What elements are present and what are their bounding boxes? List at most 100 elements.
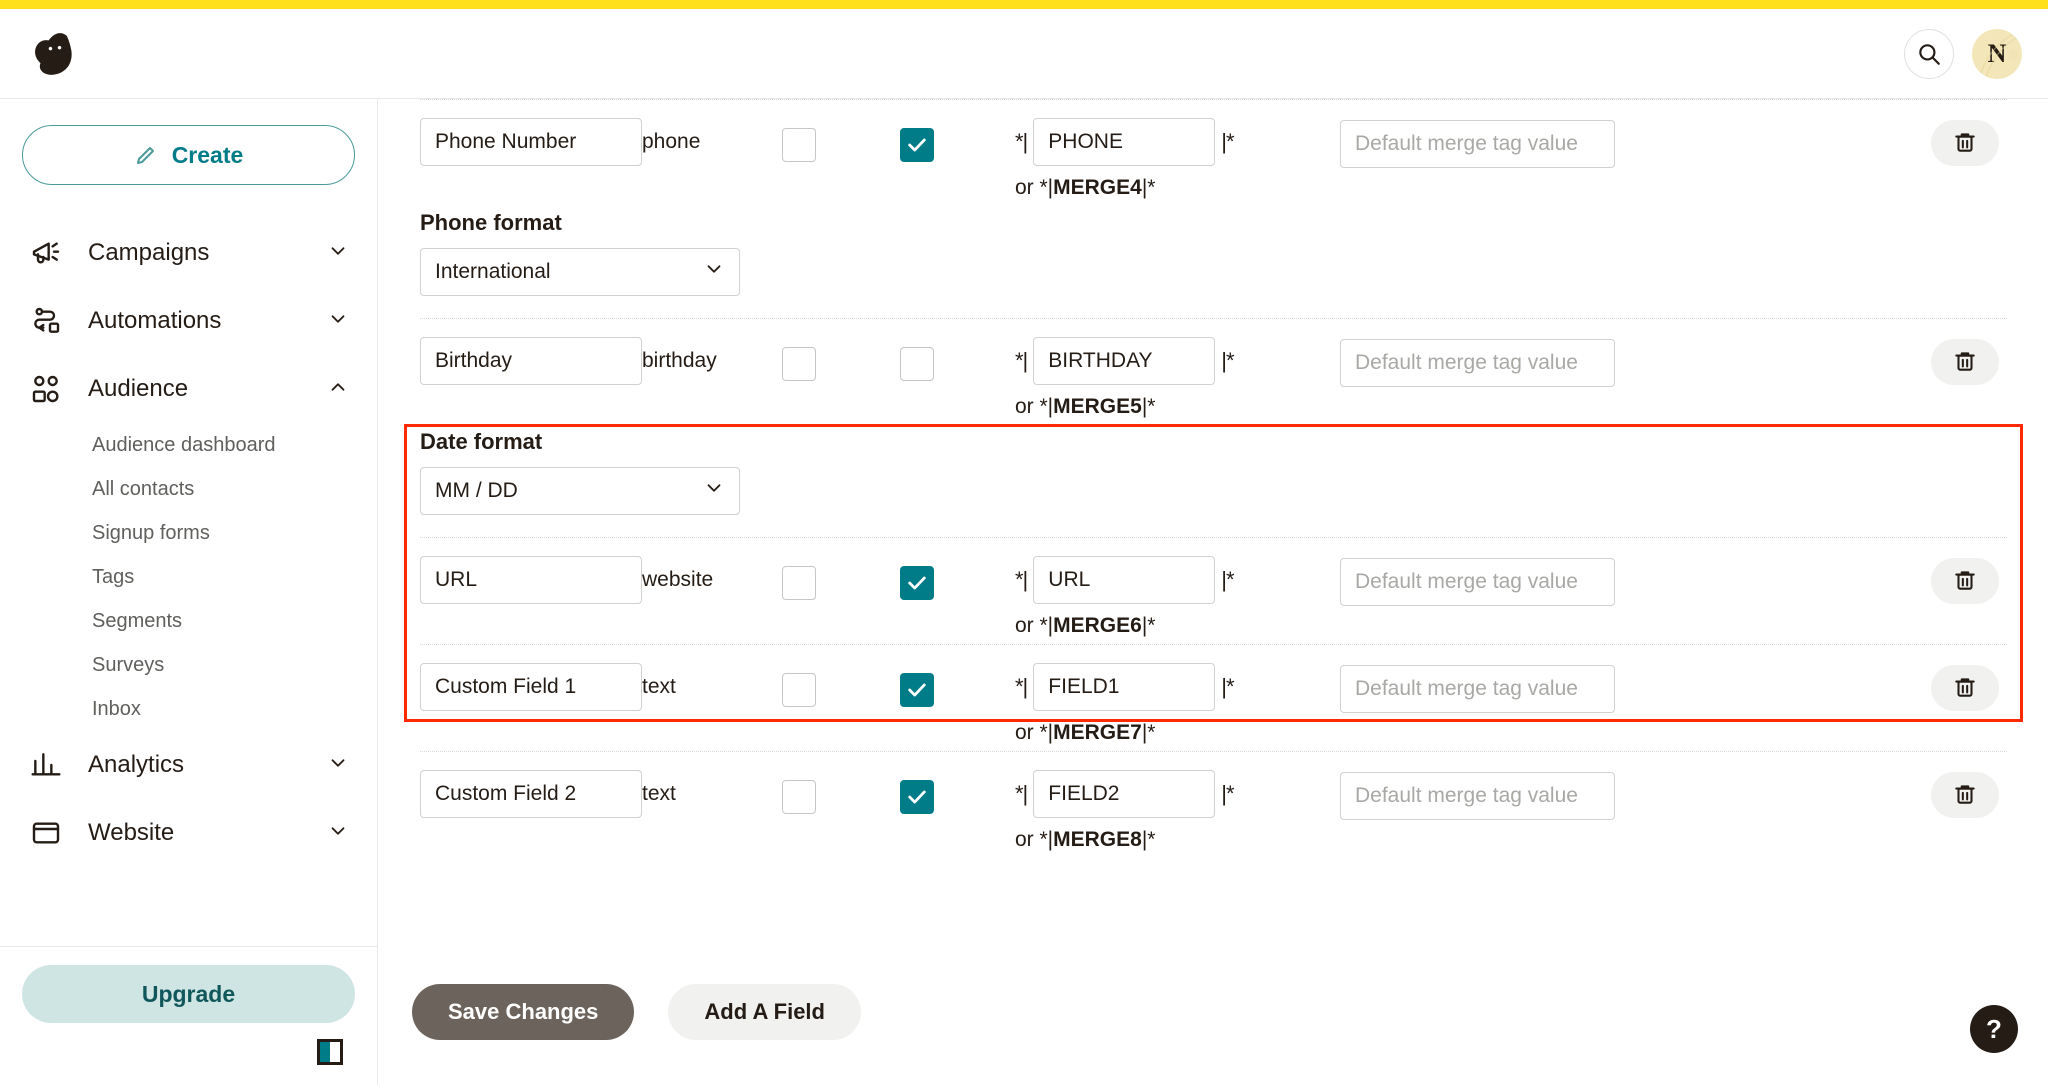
chevron-down-icon[interactable]: [327, 820, 349, 847]
field-name-input[interactable]: [420, 337, 642, 385]
merge-tag-input[interactable]: [1033, 770, 1216, 818]
sidebar-subitem-inbox[interactable]: Inbox: [0, 687, 377, 731]
sidebar-subitem-audience-dashboard[interactable]: Audience dashboard: [0, 423, 377, 467]
field-format-select[interactable]: International: [420, 248, 740, 296]
trash-icon: [1952, 348, 1978, 377]
table-row: phone *| |* or *|MERGE4|*: [412, 100, 2015, 206]
merge-tag-suffix: |*: [1221, 348, 1234, 373]
mailchimp-logo-icon[interactable]: [26, 25, 84, 83]
trash-icon: [1952, 567, 1978, 596]
save-changes-button[interactable]: Save Changes: [412, 984, 635, 1040]
merge-tag-wrap: *| |*: [1015, 337, 1315, 385]
field-type-label: text: [642, 675, 676, 698]
visible-checkbox[interactable]: [900, 347, 934, 381]
trash-icon: [1952, 129, 1978, 158]
merge-tag-prefix: *|: [1015, 781, 1028, 806]
merge-alt-prefix: or *|: [1015, 828, 1054, 851]
upgrade-button[interactable]: Upgrade: [22, 965, 355, 1023]
merge-tag-input[interactable]: [1033, 337, 1216, 385]
default-merge-tag-value-input[interactable]: [1340, 772, 1615, 820]
avatar[interactable]: N: [1972, 28, 2022, 79]
sidebar-item-automations[interactable]: Automations: [0, 287, 377, 355]
chevron-down-icon[interactable]: [327, 752, 349, 779]
table-row: birthday *| |* or *|MERGE5|*: [412, 319, 2015, 425]
field-format-value: MM / DD: [435, 479, 518, 502]
delete-cell: [1615, 337, 2007, 385]
merge-alt-code: MERGE7: [1053, 721, 1142, 744]
required-checkbox[interactable]: [782, 780, 816, 814]
panel-collapse-icon[interactable]: [317, 1039, 343, 1065]
visible-checkbox[interactable]: [900, 566, 934, 600]
merge-alt-code: MERGE6: [1053, 614, 1142, 637]
visible-checkbox[interactable]: [900, 673, 934, 707]
sidebar-item-analytics[interactable]: Analytics: [0, 731, 377, 799]
visible-checkbox[interactable]: [900, 128, 934, 162]
chevron-up-icon[interactable]: [327, 376, 349, 403]
default-value-cell: [1315, 770, 1615, 820]
trash-icon: [1952, 674, 1978, 703]
default-merge-tag-value-input[interactable]: [1340, 339, 1615, 387]
default-merge-tag-value-input[interactable]: [1340, 665, 1615, 713]
merge-alt-suffix: |*: [1141, 176, 1156, 199]
field-name-input[interactable]: [420, 118, 642, 166]
table-row: website *| |* or *|MERGE6|*: [412, 538, 2015, 644]
sidebar-item-audience[interactable]: Audience: [0, 355, 377, 423]
add-a-field-button[interactable]: Add A Field: [668, 984, 861, 1040]
required-cell: [782, 556, 900, 600]
field-name-cell: [420, 118, 642, 166]
help-button[interactable]: ?: [1970, 1005, 2018, 1053]
merge-tag-wrap: *| |*: [1015, 663, 1315, 711]
merge-tag-input[interactable]: [1033, 118, 1216, 166]
delete-field-button[interactable]: [1931, 120, 1999, 166]
sidebar-item-label: Website: [88, 819, 175, 846]
required-checkbox[interactable]: [782, 347, 816, 381]
audience-icon: [26, 373, 66, 405]
field-format-select[interactable]: MM / DD: [420, 467, 740, 515]
required-checkbox[interactable]: [782, 673, 816, 707]
field-name-input[interactable]: [420, 663, 642, 711]
main-content: phone *| |* or *|MERGE4|* Phone format: [379, 99, 2048, 1085]
create-button[interactable]: Create: [22, 125, 355, 185]
delete-field-button[interactable]: [1931, 558, 1999, 604]
sidebar-subitem-tags[interactable]: Tags: [0, 555, 377, 599]
default-merge-tag-value-input[interactable]: [1340, 558, 1615, 606]
field-name-input[interactable]: [420, 556, 642, 604]
sidebar-subitem-all-contacts[interactable]: All contacts: [0, 467, 377, 511]
delete-cell: [1615, 770, 2007, 818]
visible-checkbox[interactable]: [900, 780, 934, 814]
search-icon[interactable]: [1904, 28, 1954, 79]
required-checkbox[interactable]: [782, 128, 816, 162]
sidebar-nav: Campaigns Automations Audience Audience das…: [0, 185, 377, 867]
sidebar-footer: Upgrade: [0, 946, 377, 1085]
delete-cell: [1615, 556, 2007, 604]
merge-alt-suffix: |*: [1141, 614, 1156, 637]
merge-tag-alternate: or *|MERGE6|*: [1015, 614, 1315, 638]
delete-field-button[interactable]: [1931, 665, 1999, 711]
sidebar-item-campaigns[interactable]: Campaigns: [0, 219, 377, 287]
sidebar-item-label: Audience: [88, 375, 189, 402]
sidebar-item-label: Campaigns: [88, 239, 210, 266]
default-merge-tag-value-input[interactable]: [1340, 120, 1615, 168]
field-name-cell: [420, 770, 642, 818]
sidebar-collapse-row: [22, 1023, 355, 1065]
merge-fields-table: phone *| |* or *|MERGE4|* Phone format: [379, 99, 2048, 888]
merge-tag-prefix: *|: [1015, 674, 1028, 699]
delete-field-button[interactable]: [1931, 339, 1999, 385]
sidebar-item-website[interactable]: Website: [0, 799, 377, 867]
sidebar-item-label: Automations: [88, 307, 222, 334]
merge-alt-code: MERGE8: [1053, 828, 1142, 851]
delete-field-button[interactable]: [1931, 772, 1999, 818]
required-checkbox[interactable]: [782, 566, 816, 600]
merge-tag-cell: *| |* or *|MERGE8|*: [1015, 770, 1315, 852]
chevron-down-icon[interactable]: [327, 308, 349, 335]
field-type-label: phone: [642, 130, 701, 153]
sidebar-subitem-segments[interactable]: Segments: [0, 599, 377, 643]
field-name-input[interactable]: [420, 770, 642, 818]
merge-tag-alternate: or *|MERGE5|*: [1015, 395, 1315, 419]
sidebar-subitem-surveys[interactable]: Surveys: [0, 643, 377, 687]
sidebar-subitem-signup-forms[interactable]: Signup forms: [0, 511, 377, 555]
merge-tag-input[interactable]: [1033, 663, 1216, 711]
merge-alt-suffix: |*: [1141, 721, 1156, 744]
merge-tag-input[interactable]: [1033, 556, 1216, 604]
chevron-down-icon[interactable]: [327, 240, 349, 267]
